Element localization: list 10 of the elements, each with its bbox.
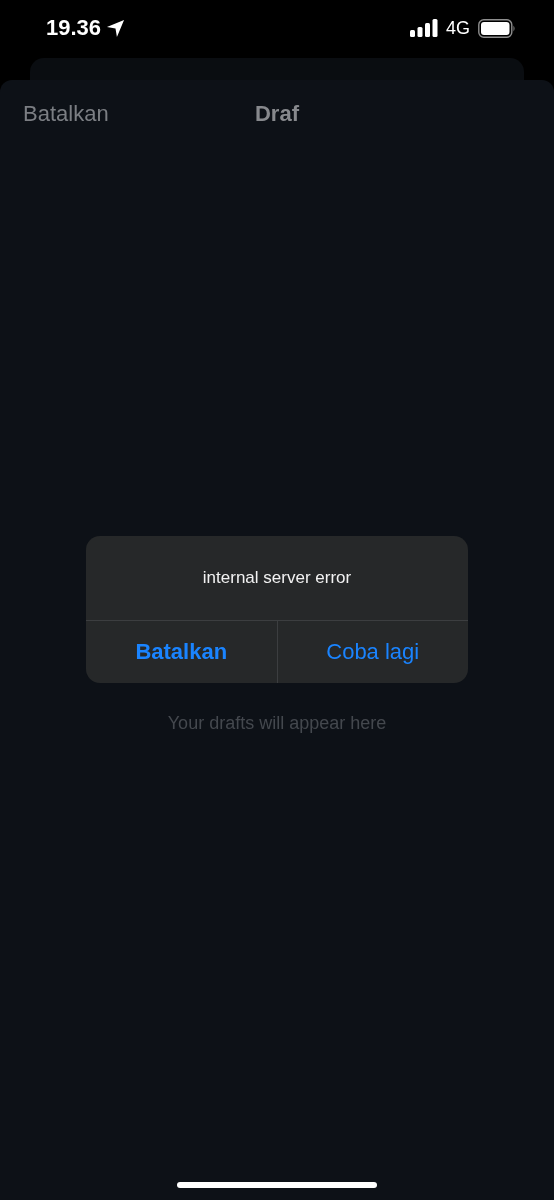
sheet-title: Draf <box>254 101 300 127</box>
alert-button[interactable]: Coba lagi <box>276 621 468 683</box>
location-arrow-icon <box>106 18 126 38</box>
alert-button[interactable]: Batalkan <box>86 621 277 683</box>
alert-message: internal server error <box>86 536 468 621</box>
battery-icon <box>478 18 516 38</box>
cancel-button[interactable]: Batalkan <box>23 101 109 127</box>
signal-icon <box>410 19 438 37</box>
network-label: 4G <box>446 17 470 39</box>
status-time: 19.36 <box>46 15 102 41</box>
